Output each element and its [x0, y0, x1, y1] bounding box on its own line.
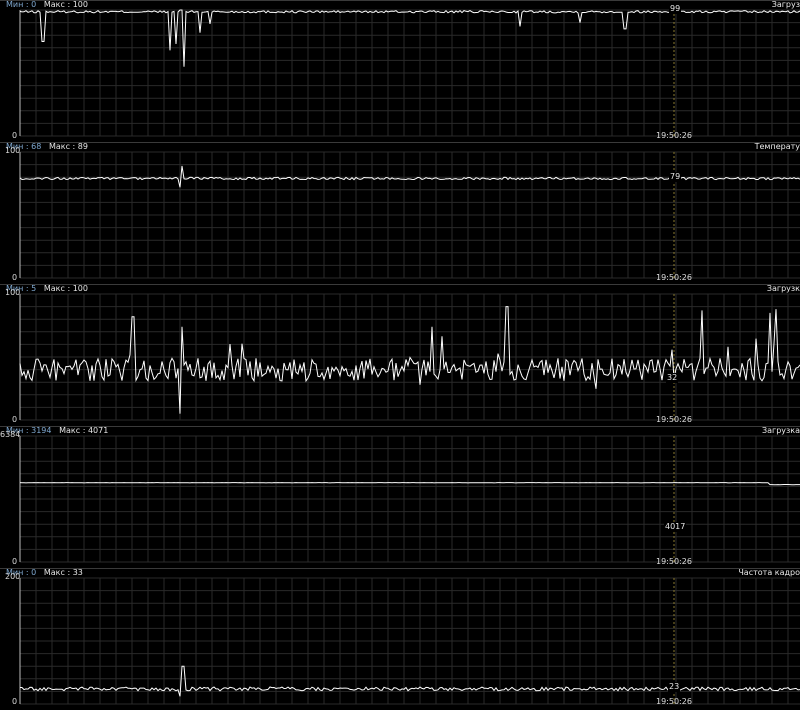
signal-line — [19, 165, 800, 188]
graph-plot — [0, 426, 800, 563]
graph-plot — [0, 142, 800, 279]
graph-panel-gpu-load: Мин : 0 Макс : 100 Загруз 100 0 19:50:26… — [0, 0, 800, 142]
graph-plot — [0, 0, 800, 137]
current-value: 99 — [669, 4, 682, 14]
y-axis-min: 0 — [12, 415, 18, 424]
graph-title: Частота кадро — [738, 568, 800, 577]
graph-plot — [0, 284, 800, 421]
y-axis-max: 200 — [5, 572, 21, 581]
y-axis-max: 100 — [5, 288, 21, 297]
graph-title: Загрузка — [761, 426, 800, 435]
grid — [19, 435, 800, 563]
y-axis-min: 0 — [12, 557, 18, 566]
graph-panel-gpu-temp: Мин : 68 Макс : 89 Температу 100 0 19:50… — [0, 142, 800, 284]
signal-line — [19, 306, 800, 414]
y-axis-min: 0 — [12, 697, 18, 706]
graph-title: Загрузк — [766, 284, 800, 293]
graph-panel-load-2: Мин : 5 Макс : 100 Загрузк 100 0 19:50:2… — [0, 284, 800, 426]
graph-title: Температу — [754, 142, 800, 151]
grid — [19, 9, 800, 137]
current-value: 4017 — [664, 522, 687, 532]
signal-line — [19, 482, 800, 486]
y-axis-max: 6384 — [0, 430, 21, 439]
y-axis-max: 100 — [5, 146, 21, 155]
time-label: 19:50:26 — [656, 415, 692, 424]
graph-title: Загруз — [771, 0, 800, 9]
y-axis-min: 0 — [12, 273, 18, 282]
time-label: 19:50:26 — [656, 697, 692, 706]
current-value: 32 — [666, 373, 679, 383]
graph-panel-memory: Мин : 3194 Макс : 4071 Загрузка 6384 0 1… — [0, 426, 800, 568]
graph-panel-framerate: Мин : 0 Макс : 33 Частота кадро 200 0 19… — [0, 568, 800, 710]
time-label: 19:50:26 — [656, 557, 692, 566]
time-label: 19:50:26 — [656, 273, 692, 282]
y-axis-min: 0 — [12, 131, 18, 140]
grid — [19, 577, 800, 705]
min-max-readout: Мин : 0 Макс : 100 — [6, 0, 88, 9]
signal-line — [19, 9, 800, 67]
current-value: 23 — [668, 682, 681, 692]
time-label: 19:50:26 — [656, 131, 692, 140]
grid — [19, 151, 800, 279]
min-max-readout: Мин : 3194 Макс : 4071 — [6, 426, 109, 435]
current-value: 79 — [669, 172, 682, 182]
